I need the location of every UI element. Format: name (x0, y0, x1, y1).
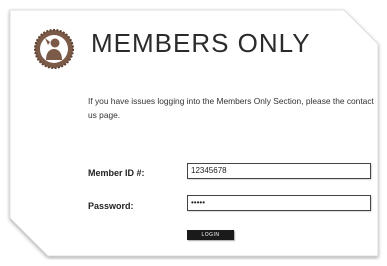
password-label: Password: (88, 201, 134, 211)
password-input[interactable]: ••••• (187, 195, 371, 211)
login-help-text: If you have issues logging into the Memb… (88, 96, 374, 120)
page: MEMBERS ONLY If you have issues logging … (0, 0, 387, 266)
member-id-label: Member ID #: (88, 168, 145, 178)
page-title: MEMBERS ONLY (91, 28, 311, 58)
member-id-input[interactable]: 12345678 (187, 163, 371, 179)
members-card: MEMBERS ONLY If you have issues logging … (6, 6, 382, 260)
silhouette-seal-icon (33, 28, 75, 70)
login-button[interactable]: LOGIN (187, 230, 234, 240)
